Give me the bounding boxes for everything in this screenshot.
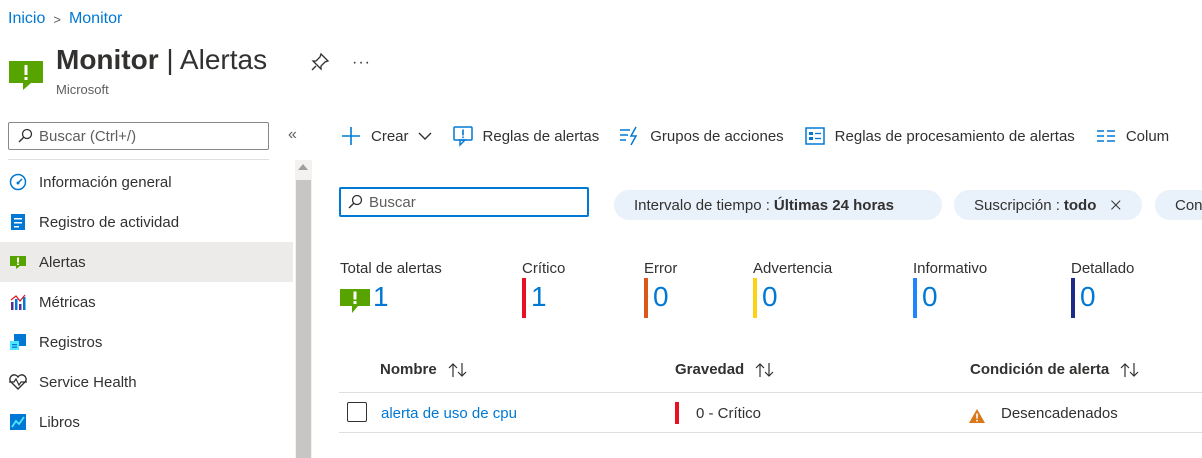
columns-icon bbox=[1096, 130, 1115, 142]
plus-icon bbox=[342, 127, 360, 145]
alert-rule-icon bbox=[452, 126, 473, 147]
search-icon bbox=[348, 194, 363, 209]
table-header-divider bbox=[339, 392, 1202, 393]
sort-icon bbox=[448, 362, 467, 377]
metrics-icon bbox=[8, 292, 28, 312]
error-severity-bar bbox=[644, 278, 648, 318]
chevron-right-icon: > bbox=[53, 11, 61, 27]
page-title: Monitor | Alertas bbox=[56, 44, 268, 75]
verbose-severity-bar bbox=[1071, 278, 1075, 318]
processing-rule-icon bbox=[804, 127, 825, 145]
alerts-search-placeholder: Buscar bbox=[369, 193, 416, 211]
sidebar-item-metrics[interactable]: Métricas bbox=[0, 282, 293, 322]
sidebar-item-overview[interactable]: Información general bbox=[0, 162, 293, 202]
sidebar-item-workbooks[interactable]: Libros bbox=[0, 402, 293, 442]
summary-verbose-value[interactable]: 0 bbox=[1080, 281, 1096, 313]
summary-informational-value[interactable]: 0 bbox=[922, 281, 938, 313]
sidebar-search-input[interactable]: Buscar (Ctrl+/) bbox=[8, 122, 269, 150]
table-row-divider bbox=[339, 432, 1202, 433]
column-header-severity[interactable]: Gravedad bbox=[675, 361, 776, 378]
page-subtitle: Microsoft bbox=[56, 82, 109, 97]
sidebar-item-logs[interactable]: Registros bbox=[0, 322, 293, 362]
summary-error-value[interactable]: 0 bbox=[653, 281, 669, 313]
column-header-name[interactable]: Nombre bbox=[380, 361, 469, 378]
summary-warning-value[interactable]: 0 bbox=[762, 281, 778, 313]
heart-icon bbox=[8, 372, 28, 392]
summary-total-value[interactable]: 1 bbox=[373, 281, 389, 313]
action-group-icon bbox=[620, 126, 638, 146]
informational-severity-bar bbox=[913, 278, 917, 318]
alert-icon bbox=[9, 61, 43, 90]
logs-icon bbox=[8, 332, 28, 352]
summary-total-label: Total de alertas bbox=[340, 260, 442, 277]
alert-icon bbox=[8, 252, 28, 272]
alerts-search-input[interactable]: Buscar bbox=[339, 187, 589, 217]
breadcrumb: Inicio > Monitor bbox=[8, 10, 122, 28]
alert-rules-button[interactable]: Reglas de alertas bbox=[452, 125, 599, 147]
column-header-alert-condition[interactable]: Condición de alerta bbox=[970, 361, 1141, 378]
command-bar: Crear Reglas de alertas Grupos de accion… bbox=[340, 122, 1189, 150]
more-filter-pill[interactable]: Con bbox=[1155, 190, 1202, 220]
row-checkbox[interactable] bbox=[347, 402, 367, 422]
collapse-sidebar-icon[interactable]: « bbox=[288, 126, 297, 144]
more-options-button[interactable]: ··· bbox=[352, 54, 371, 72]
columns-button[interactable]: Colum bbox=[1095, 125, 1169, 147]
alert-name-link[interactable]: alerta de uso de cpu bbox=[381, 405, 517, 422]
search-icon bbox=[18, 128, 33, 143]
sort-icon bbox=[1120, 362, 1139, 377]
warning-severity-bar bbox=[753, 278, 757, 318]
create-button[interactable]: Crear bbox=[340, 125, 432, 147]
warning-icon bbox=[969, 409, 985, 423]
summary-warning-label: Advertencia bbox=[753, 260, 833, 277]
workbooks-icon bbox=[8, 412, 28, 432]
sidebar-divider bbox=[8, 159, 269, 160]
time-range-filter-pill[interactable]: Intervalo de tiempo : Últimas 24 horas bbox=[614, 190, 942, 220]
sidebar-item-activity-log[interactable]: Registro de actividad bbox=[0, 202, 293, 242]
activity-log-icon bbox=[8, 212, 28, 232]
summary-error-label: Error bbox=[644, 260, 678, 277]
sidebar-scroll-thumb[interactable] bbox=[296, 180, 311, 458]
sidebar-item-alerts[interactable]: Alertas bbox=[0, 242, 293, 282]
summary-informational-label: Informativo bbox=[913, 260, 988, 277]
summary-verbose-label: Detallado bbox=[1071, 260, 1135, 277]
summary-critical-label: Crítico bbox=[522, 260, 566, 277]
alert-icon bbox=[340, 289, 370, 313]
sort-icon bbox=[755, 362, 774, 377]
severity-cell: 0 - Crítico bbox=[696, 405, 762, 422]
summary-critical-value[interactable]: 1 bbox=[531, 281, 547, 313]
critical-severity-bar bbox=[522, 278, 526, 318]
chevron-down-icon bbox=[418, 132, 432, 140]
alert-condition-cell: Desencadenados bbox=[1001, 405, 1118, 422]
close-icon[interactable] bbox=[1110, 197, 1122, 213]
breadcrumb-monitor-link[interactable]: Monitor bbox=[69, 10, 122, 28]
severity-indicator-bar bbox=[675, 402, 679, 424]
sidebar-search-placeholder: Buscar (Ctrl+/) bbox=[39, 127, 137, 145]
pin-icon[interactable] bbox=[310, 52, 330, 72]
subscription-filter-pill[interactable]: Suscripción : todo bbox=[954, 190, 1142, 220]
gauge-icon bbox=[8, 172, 28, 192]
breadcrumb-home-link[interactable]: Inicio bbox=[8, 10, 45, 28]
scroll-up-arrow-icon[interactable] bbox=[298, 164, 308, 170]
sidebar-item-service-health[interactable]: Service Health bbox=[0, 362, 293, 402]
processing-rules-button[interactable]: Reglas de procesamiento de alertas bbox=[804, 125, 1075, 147]
action-groups-button[interactable]: Grupos de acciones bbox=[619, 125, 784, 147]
